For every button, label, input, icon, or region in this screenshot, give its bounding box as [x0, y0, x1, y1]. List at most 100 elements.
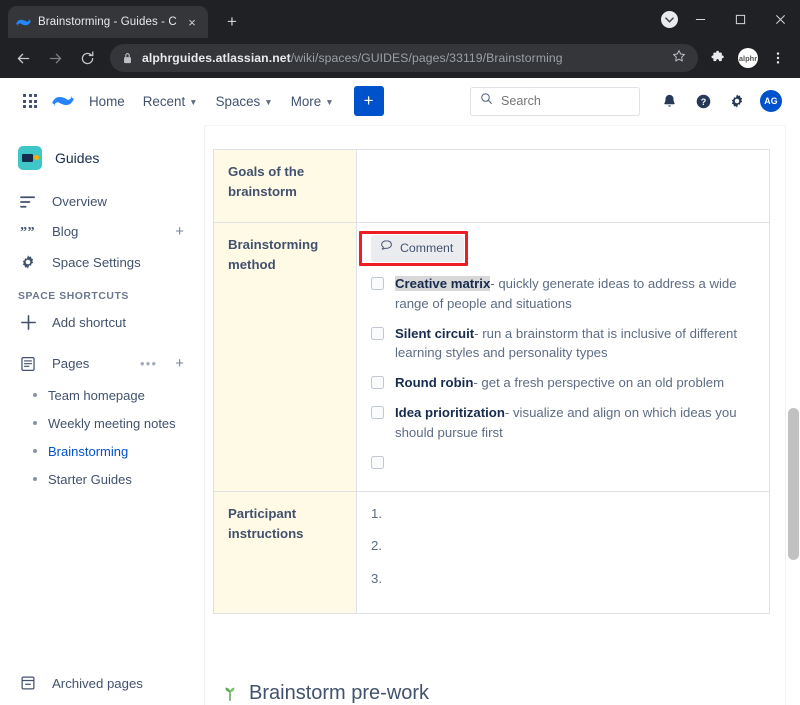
nav-item-recent[interactable]: Recent ▼ [134, 88, 207, 115]
page-tree-item[interactable]: Starter Guides [0, 465, 204, 493]
avatar[interactable]: AG [756, 86, 786, 116]
browser-window: Brainstorming - Guides - Confluence × + [0, 0, 800, 705]
page-shell: Guides Overview ”” Blog + Space Settings… [0, 125, 800, 705]
nav-item-spaces[interactable]: Spaces ▼ [207, 88, 282, 115]
vertical-scrollbar[interactable]: ▼ [785, 125, 800, 705]
maximize-icon[interactable] [720, 0, 760, 38]
sidebar-item-add-shortcut[interactable]: Add shortcut [0, 307, 204, 338]
sidebar-item-space-settings[interactable]: Space Settings [0, 247, 204, 277]
plus-icon [18, 314, 38, 331]
overview-lines-icon [18, 195, 38, 209]
url-path: /wiki/spaces/GUIDES/pages/33119/Brainsto… [290, 51, 563, 65]
task-text: Idea prioritization- visualize and align… [395, 403, 755, 443]
help-question-icon[interactable]: ? [688, 86, 718, 116]
browser-tab-strip: Brainstorming - Guides - Confluence × + [0, 0, 800, 38]
browser-tab-active[interactable]: Brainstorming - Guides - Confluence × [8, 6, 208, 38]
close-window-icon[interactable] [760, 0, 800, 38]
task-title: Round robin [395, 375, 474, 391]
task-title: Idea prioritization [395, 405, 505, 421]
seedling-emoji [221, 684, 239, 702]
space-sidebar: Guides Overview ”” Blog + Space Settings… [0, 125, 205, 705]
table-header-cell: Brainstorming method [213, 222, 357, 492]
new-tab-button[interactable]: + [218, 8, 246, 36]
nav-item-more[interactable]: More ▼ [282, 88, 343, 115]
sidebar-item-blog[interactable]: ”” Blog + [0, 216, 204, 247]
avatar-label: alphr [738, 48, 758, 68]
vertical-scrollbar-thumb[interactable] [788, 408, 799, 560]
task-checkbox[interactable] [371, 326, 384, 340]
table-header-cell: Participant instructions [213, 490, 357, 614]
page-tree-item[interactable]: Weekly meeting notes [0, 409, 204, 437]
task-item-empty[interactable] [371, 453, 755, 469]
sidebar-item-label: Pages [52, 356, 90, 371]
page-content: Goals of the brainstorm Brainstorming me… [205, 125, 800, 705]
table-body-cell-method[interactable]: Comment Creative matrix- quickly generat… [356, 222, 770, 492]
close-icon[interactable]: × [184, 14, 200, 30]
url-domain: alphrguides.atlassian.net [142, 51, 291, 65]
table-body-cell-goals[interactable] [356, 149, 770, 223]
sidebar-item-label: Overview [52, 194, 107, 209]
sidebar-item-label: Blog [52, 224, 79, 239]
numbered-list-item[interactable] [371, 569, 755, 589]
add-page-plus-icon[interactable]: + [175, 355, 192, 372]
task-desc: - get a fresh perspective on an old prob… [473, 375, 725, 391]
bookmark-star-icon[interactable] [672, 49, 686, 68]
table-body-cell-instructions[interactable] [356, 490, 770, 614]
app-switcher-grid-icon[interactable] [14, 85, 46, 117]
minimize-icon[interactable] [680, 0, 720, 38]
address-bar[interactable]: alphrguides.atlassian.net/wiki/spaces/GU… [110, 44, 698, 72]
section-heading-label: Brainstorm pre-work [249, 681, 430, 704]
tabstrip-profile-icon[interactable] [661, 11, 678, 28]
extensions-puzzle-icon[interactable] [704, 44, 732, 72]
nav-item-home[interactable]: Home [80, 88, 134, 115]
task-list: Creative matrix- quickly generate ideas … [371, 274, 755, 469]
search-input[interactable] [501, 94, 630, 108]
task-item[interactable]: Silent circuit- run a brainstorm that is… [371, 324, 755, 364]
task-title: Creative matrix [395, 276, 491, 292]
task-checkbox[interactable] [371, 406, 384, 420]
task-text: Silent circuit- run a brainstorm that is… [395, 324, 755, 364]
sidebar-item-overview[interactable]: Overview [0, 187, 204, 216]
pages-more-icon[interactable]: ••• [140, 356, 161, 371]
space-name: Guides [55, 150, 100, 166]
numbered-list-item[interactable] [371, 504, 755, 524]
confluence-logo[interactable] [46, 85, 80, 117]
page-tree-item-label: Brainstorming [48, 443, 129, 459]
task-item[interactable]: Creative matrix- quickly generate ideas … [371, 274, 755, 314]
search-box[interactable] [470, 86, 640, 116]
browser-toolbar: alphrguides.atlassian.net/wiki/spaces/GU… [0, 38, 800, 78]
settings-gear-icon[interactable] [722, 86, 752, 116]
browser-profile-avatar[interactable]: alphr [734, 44, 762, 72]
create-button[interactable]: + [353, 86, 384, 116]
space-header[interactable]: Guides [0, 141, 204, 175]
task-text: Round robin- get a fresh perspective on … [395, 373, 724, 393]
page-tree-item-label: Team homepage [48, 387, 145, 403]
task-item[interactable]: Idea prioritization- visualize and align… [371, 403, 755, 443]
comment-bubble-icon [380, 239, 393, 258]
forward-icon[interactable] [40, 43, 70, 73]
task-item[interactable]: Round robin- get a fresh perspective on … [371, 373, 755, 393]
back-icon[interactable] [8, 43, 38, 73]
table-row: Participant instructions [213, 490, 770, 614]
task-checkbox[interactable] [371, 277, 384, 291]
sidebar-item-pages[interactable]: Pages ••• + [0, 348, 204, 379]
create-blog-plus-icon[interactable]: + [175, 223, 192, 240]
chrome-menu-icon[interactable] [764, 44, 792, 72]
task-checkbox[interactable] [371, 455, 384, 469]
space-shortcuts-heading: SPACE SHORTCUTS [18, 291, 129, 302]
confluence-global-nav: Home Recent ▼ Spaces ▼ More ▼ + Search ?… [0, 78, 800, 125]
page-tree-item[interactable]: Team homepage [0, 381, 204, 409]
page-tree-item-label: Weekly meeting notes [48, 415, 176, 431]
numbered-list-item[interactable] [371, 536, 755, 556]
comment-button[interactable]: Comment [371, 235, 465, 263]
notifications-bell-icon[interactable] [654, 86, 684, 116]
reload-icon[interactable] [72, 43, 102, 73]
comment-button-label: Comment [400, 241, 454, 255]
search-icon [480, 92, 493, 110]
page-tree-item-active[interactable]: Brainstorming [0, 437, 204, 465]
sidebar-item-archived-pages[interactable]: Archived pages [0, 668, 204, 698]
space-settings-gear-icon [18, 254, 38, 270]
task-checkbox[interactable] [371, 376, 384, 390]
svg-text:”: ” [27, 225, 34, 239]
task-title: Silent circuit [395, 325, 475, 341]
